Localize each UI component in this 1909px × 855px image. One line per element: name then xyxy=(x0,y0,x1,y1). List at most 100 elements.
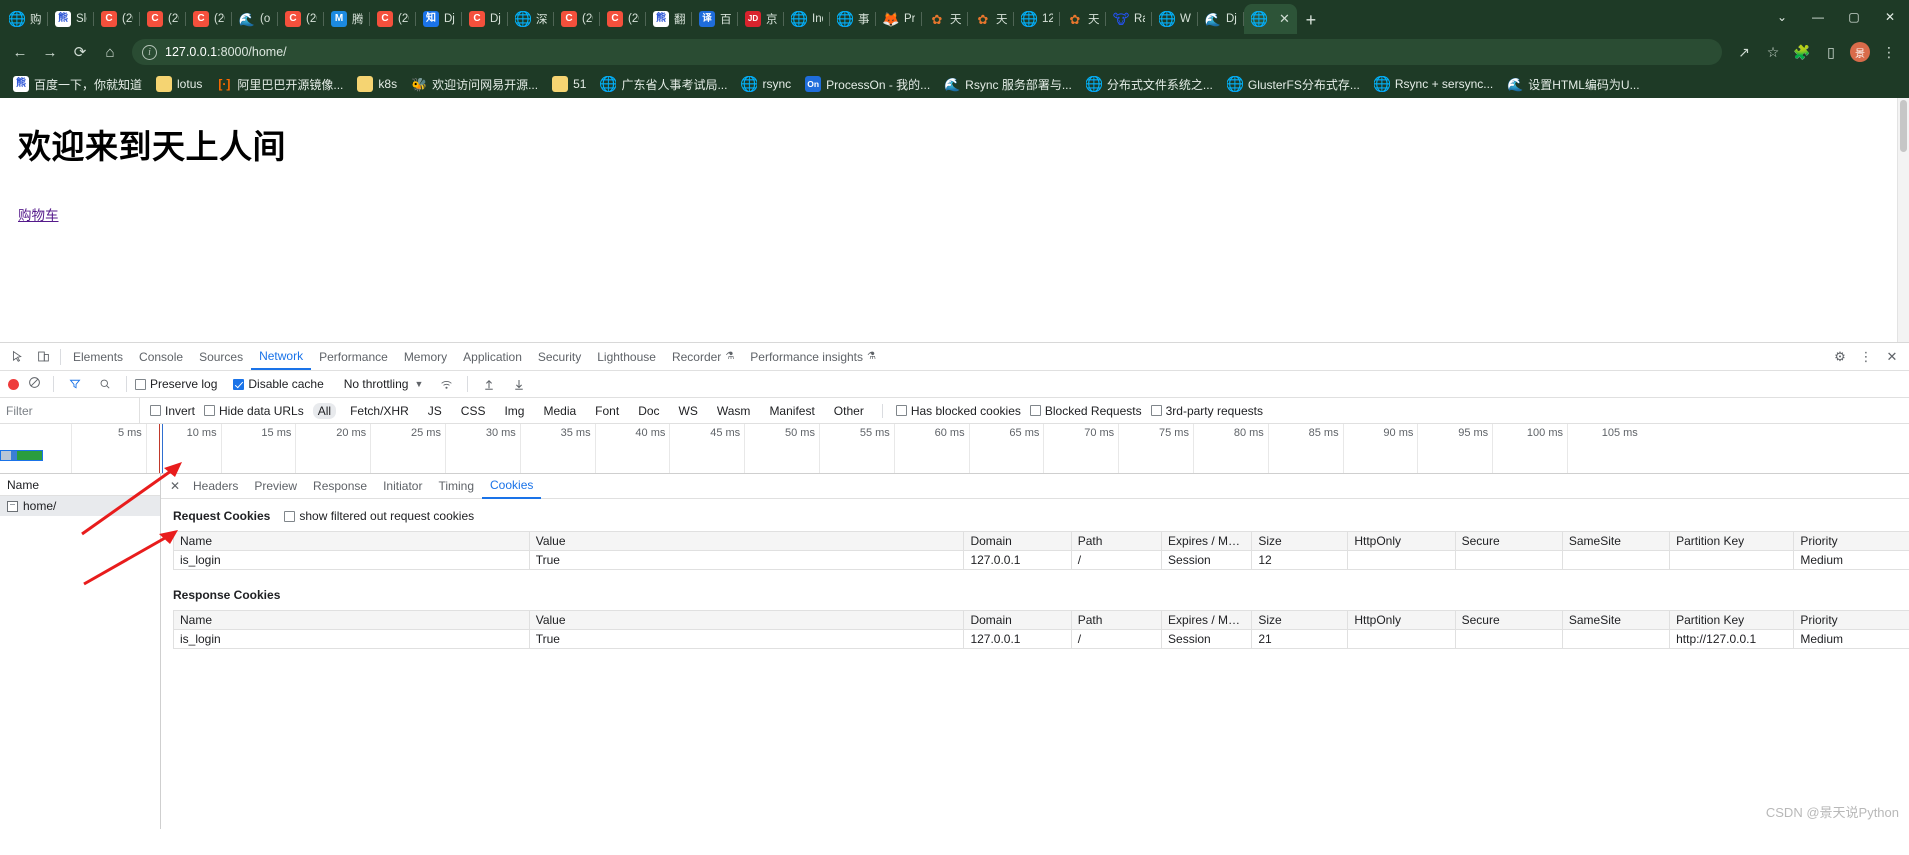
browser-menu-icon[interactable]: ⋮ xyxy=(1875,38,1903,66)
resource-type-manifest[interactable]: Manifest xyxy=(764,403,819,419)
devtools-tab-sources[interactable]: Sources xyxy=(191,343,251,370)
network-conditions-icon[interactable] xyxy=(433,372,459,396)
site-info-icon[interactable]: i xyxy=(142,44,157,60)
third-party-requests-checkbox[interactable]: 3rd-party requests xyxy=(1150,404,1263,418)
column-header[interactable]: Expires / Max-... xyxy=(1161,531,1253,551)
resource-type-ws[interactable]: WS xyxy=(674,403,703,419)
browser-tab[interactable]: 🌐 购物 xyxy=(2,4,48,34)
column-header[interactable]: Partition Key xyxy=(1669,531,1795,551)
export-har-icon[interactable] xyxy=(506,372,532,396)
column-header[interactable]: HttpOnly xyxy=(1347,610,1456,630)
request-list-header[interactable]: Name xyxy=(0,474,160,496)
checkbox-box[interactable] xyxy=(1029,405,1041,416)
table-row[interactable]: is_login True 127.0.0.1/Session 12 Medium xyxy=(173,550,1909,570)
table-row[interactable]: is_login True 127.0.0.1/Session 21 http://12… xyxy=(173,629,1909,649)
close-window-button[interactable]: ✕ xyxy=(1873,3,1907,31)
detail-tab-response[interactable]: Response xyxy=(305,474,375,499)
checkbox-box[interactable] xyxy=(150,405,161,416)
cart-link[interactable]: 购物车 xyxy=(18,204,59,224)
browser-tab[interactable]: 🦊 Pro xyxy=(876,4,922,34)
bookmark-star-icon[interactable]: ☆ xyxy=(1759,38,1787,66)
column-header[interactable]: Value xyxy=(528,531,965,551)
side-panel-icon[interactable]: ▯ xyxy=(1817,38,1845,66)
browser-tab[interactable]: 🌐 事件 xyxy=(830,4,876,34)
bookmark-item[interactable]: On ProcessOn - 我的... xyxy=(798,73,937,96)
import-har-icon[interactable] xyxy=(476,372,502,396)
detail-tab-cookies[interactable]: Cookies xyxy=(482,474,542,499)
column-header[interactable]: Priority xyxy=(1793,531,1909,551)
address-bar[interactable]: i 127.0.0.1:8000/home/ xyxy=(132,39,1722,65)
browser-tab[interactable]: 🌊 (o° xyxy=(232,4,278,34)
gear-icon[interactable]: ⚙ xyxy=(1827,345,1853,369)
browser-tab[interactable]: 🌐 Ind xyxy=(784,4,830,34)
column-header[interactable]: SameSite xyxy=(1561,531,1671,551)
minimize-button[interactable]: — xyxy=(1801,3,1835,31)
resource-type-css[interactable]: CSS xyxy=(456,403,491,419)
checkbox-box[interactable] xyxy=(1150,405,1162,416)
detail-tab-initiator[interactable]: Initiator xyxy=(375,474,430,499)
browser-tab[interactable]: C (20 xyxy=(140,4,186,34)
browser-tab[interactable]: C (20 xyxy=(278,4,324,34)
browser-tab[interactable]: 知 Dja xyxy=(416,4,462,34)
checkbox-box[interactable] xyxy=(204,405,216,416)
has-blocked-cookies-checkbox[interactable]: Has blocked cookies xyxy=(895,404,1021,418)
resource-type-media[interactable]: Media xyxy=(538,403,581,419)
browser-tab[interactable]: 熊 Slo xyxy=(48,4,94,34)
column-header[interactable]: Domain xyxy=(963,531,1072,551)
share-icon[interactable]: ↗ xyxy=(1730,38,1758,66)
devtools-tab-performance-insights[interactable]: Performance insights ⚗ xyxy=(742,343,884,370)
bookmark-item[interactable]: 🌐 Rsync + sersync... xyxy=(1367,73,1500,95)
network-timeline-overview[interactable]: 5 ms 10 ms 15 ms 20 ms 25 ms 30 ms 35 ms 40 ms 4… xyxy=(0,424,1909,474)
bookmark-item[interactable]: 🌐 GlusterFS分布式存... xyxy=(1220,73,1367,96)
browser-tab[interactable]: C (20 xyxy=(600,4,646,34)
devtools-tab-recorder[interactable]: Recorder ⚗ xyxy=(664,343,742,370)
column-header[interactable]: Value xyxy=(528,610,965,630)
column-header[interactable]: Domain xyxy=(963,610,1072,630)
column-header[interactable]: Priority xyxy=(1793,610,1909,630)
bookmark-item[interactable]: 🌐 rsync xyxy=(734,73,798,95)
disable-cache-checkbox[interactable]: Disable cache xyxy=(233,377,324,391)
resource-type-all[interactable]: All xyxy=(312,402,337,419)
browser-tab[interactable]: ✿ 天翼 xyxy=(922,4,968,34)
column-header[interactable]: Size xyxy=(1251,531,1349,551)
device-toolbar-icon[interactable] xyxy=(30,345,56,369)
search-icon[interactable] xyxy=(92,372,118,396)
home-icon[interactable]: ⌂ xyxy=(96,38,124,66)
resource-type-js[interactable]: JS xyxy=(423,403,447,419)
column-header[interactable]: HttpOnly xyxy=(1347,531,1456,551)
chevron-down-icon[interactable]: ▼ xyxy=(414,379,423,389)
throttling-select[interactable]: No throttling xyxy=(344,377,409,391)
browser-tab[interactable]: M 腾讯 xyxy=(324,4,370,34)
browser-tab[interactable]: C (20 xyxy=(554,4,600,34)
devtools-tab-memory[interactable]: Memory xyxy=(396,343,455,370)
bookmark-item[interactable]: [·] 阿里巴巴开源镜像... xyxy=(209,73,350,96)
table-row[interactable]: home/ xyxy=(0,496,160,516)
forward-icon[interactable]: → xyxy=(36,38,64,66)
reload-icon[interactable]: ⟳ xyxy=(66,38,94,66)
back-icon[interactable]: ← xyxy=(6,38,34,66)
devtools-tab-elements[interactable]: Elements xyxy=(65,343,131,370)
bookmark-item[interactable]: 熊百度一下，你就知道 xyxy=(6,73,149,96)
column-header[interactable]: Partition Key xyxy=(1669,610,1795,630)
resource-type-font[interactable]: Font xyxy=(590,403,624,419)
devtools-close-icon[interactable]: ✕ xyxy=(1879,345,1905,369)
bookmark-item[interactable]: 🌐 广东省人事考试局... xyxy=(593,73,734,96)
checkbox-box[interactable] xyxy=(233,378,245,390)
inspect-element-icon[interactable] xyxy=(4,345,30,369)
browser-tab[interactable]: JD 京东 xyxy=(738,4,784,34)
resource-type-doc[interactable]: Doc xyxy=(633,403,664,419)
close-tab-icon[interactable]: ✕ xyxy=(1279,11,1290,27)
preserve-log-checkbox[interactable]: Preserve log xyxy=(135,377,217,391)
devtools-more-icon[interactable]: ⋮ xyxy=(1853,345,1879,369)
blocked-requests-checkbox[interactable]: Blocked Requests xyxy=(1029,404,1142,418)
browser-tab[interactable]: ✿ 天翼 xyxy=(1060,4,1106,34)
browser-tab[interactable]: 🌊 Dja xyxy=(1198,4,1244,34)
invert-checkbox[interactable]: Invert xyxy=(150,404,195,418)
devtools-tab-application[interactable]: Application xyxy=(455,343,530,370)
browser-tab[interactable]: C Dja xyxy=(462,4,508,34)
bookmark-item[interactable]: 🌊 Rsync 服务部署与... xyxy=(937,73,1079,96)
browser-tab[interactable]: 🌐 ✕ xyxy=(1244,4,1297,34)
column-header[interactable]: Secure xyxy=(1454,531,1563,551)
column-header[interactable]: SameSite xyxy=(1561,610,1671,630)
bookmark-item[interactable]: 🌐 分布式文件系统之... xyxy=(1079,73,1220,96)
